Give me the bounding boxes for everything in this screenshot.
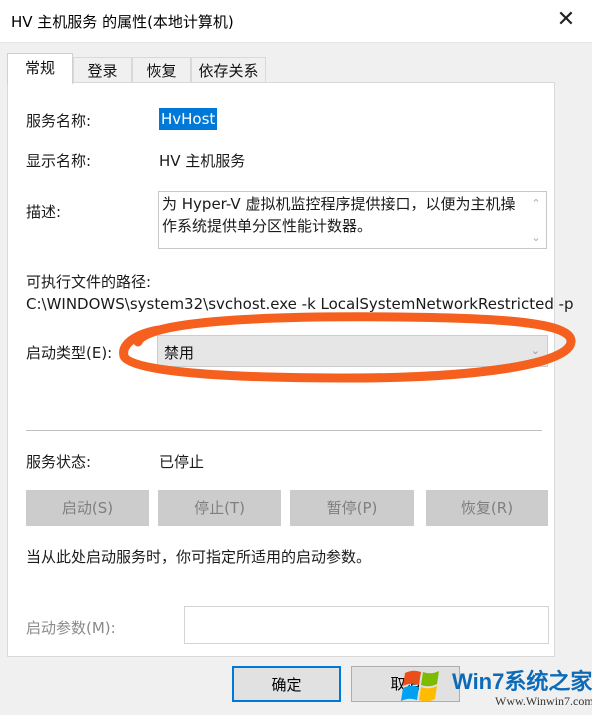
display-name-label: 显示名称: <box>26 152 92 170</box>
chevron-down-icon[interactable]: ⌄ <box>530 231 542 244</box>
divider <box>26 430 542 431</box>
pause-button[interactable]: 暂停(P) <box>290 490 414 526</box>
stop-button[interactable]: 停止(T) <box>158 490 281 526</box>
service-status-label: 服务状态: <box>26 453 92 471</box>
tab-dependencies[interactable]: 依存关系 <box>191 57 266 83</box>
watermark-text: Win7系统之家 <box>452 669 592 694</box>
close-icon[interactable]: ✕ <box>554 9 578 33</box>
executable-path-label: 可执行文件的路径: <box>26 273 152 291</box>
startup-type-label: 启动类型(E): <box>26 344 113 362</box>
service-status-value: 已停止 <box>159 453 205 471</box>
cancel-button[interactable]: 取消 <box>351 666 460 702</box>
tab-recovery[interactable]: 恢复 <box>132 57 191 83</box>
service-name-label: 服务名称: <box>26 112 92 130</box>
start-params-hint: 当从此处启动服务时，你可指定所适用的启动参数。 <box>26 548 372 566</box>
start-params-label: 启动参数(M): <box>26 619 116 637</box>
ok-button[interactable]: 确定 <box>232 666 341 702</box>
tab-general[interactable]: 常规 <box>7 53 73 84</box>
description-label: 描述: <box>26 203 62 221</box>
start-params-input[interactable] <box>184 606 549 644</box>
watermark-url: Www.Winwin7.com <box>495 694 592 708</box>
display-name-value[interactable]: HV 主机服务 <box>159 150 245 171</box>
tab-logon[interactable]: 登录 <box>73 57 132 83</box>
title-bar: HV 主机服务 的属性(本地计算机) ✕ <box>0 0 592 43</box>
executable-path-value[interactable]: C:\WINDOWS\system32\svchost.exe -k Local… <box>26 295 574 313</box>
chevron-up-icon[interactable]: ⌃ <box>530 197 542 210</box>
description-text: 为 Hyper-V 虚拟机监控程序提供接口，以便为主机操作系统提供单分区性能计数… <box>162 195 516 235</box>
window-title: HV 主机服务 的属性(本地计算机) <box>11 13 234 31</box>
startup-type-select[interactable]: 禁用 ⌄ <box>157 335 548 367</box>
chevron-down-icon: ⌄ <box>530 344 540 357</box>
resume-button[interactable]: 恢复(R) <box>426 490 548 526</box>
startup-type-value: 禁用 <box>164 344 195 362</box>
start-button[interactable]: 启动(S) <box>26 490 149 526</box>
description-box[interactable]: 为 Hyper-V 虚拟机监控程序提供接口，以便为主机操作系统提供单分区性能计数… <box>158 191 547 249</box>
service-name-value[interactable]: HvHost <box>159 108 218 130</box>
